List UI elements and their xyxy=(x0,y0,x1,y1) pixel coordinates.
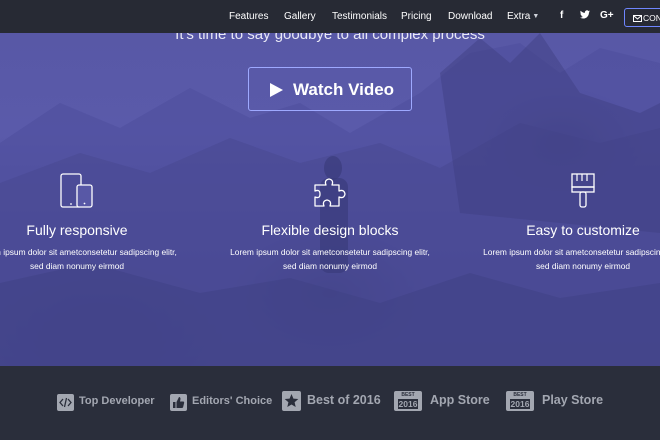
facebook-icon[interactable]: f xyxy=(560,10,563,21)
contact-button[interactable]: CONTACT xyxy=(624,8,660,27)
paint-brush-icon xyxy=(571,173,595,208)
devices-icon xyxy=(60,173,93,208)
feature-title: Easy to customize xyxy=(526,222,640,238)
nav-link-extra[interactable]: Extra ▼ xyxy=(507,11,539,22)
nav-link-pricing[interactable]: Pricing xyxy=(401,11,432,22)
nav-link-features[interactable]: Features xyxy=(229,11,268,22)
feature-description-line1: Lorem ipsum dolor sit ametconsetetur sad… xyxy=(0,247,177,257)
best-2016-badge-icon: BEST 2016 xyxy=(394,391,422,411)
puzzle-icon xyxy=(314,178,346,207)
watch-video-label: Watch Video xyxy=(293,80,395,99)
feature-description-line2: sed diam nonumy eirmod xyxy=(282,261,378,271)
twitter-icon[interactable] xyxy=(580,10,590,22)
best-2016-badge-icon: BEST 2016 xyxy=(506,391,534,411)
star-badge-icon xyxy=(282,391,301,411)
award-label: Play Store xyxy=(542,393,604,407)
nav-link-testimonials[interactable]: Testimonials xyxy=(332,11,387,22)
play-icon xyxy=(270,83,283,97)
feature-description-line2: sed diam nonumy eirmod xyxy=(535,261,631,271)
award-label: App Store xyxy=(430,393,490,407)
feature-description-line1: Lorem ipsum dolor sit ametconsetetur sad… xyxy=(483,247,660,257)
feature-easy-to-customize: Easy to customize Lorem ipsum dolor sit … xyxy=(453,173,660,273)
nav-link-gallery[interactable]: Gallery xyxy=(284,11,316,22)
feature-fully-responsive: Fully responsive Lorem ipsum dolor sit a… xyxy=(0,173,207,273)
contact-label: CONTACT xyxy=(643,13,660,23)
nav-link-download[interactable]: Download xyxy=(448,11,492,22)
feature-title: Flexible design blocks xyxy=(261,222,399,238)
feature-description-line2: sed diam nonumy eirmod xyxy=(29,261,125,271)
hero-section: It's time to say goodbye to all complex … xyxy=(0,33,660,366)
google-plus-icon[interactable]: G+ xyxy=(600,10,614,21)
envelope-icon xyxy=(633,15,642,22)
code-icon xyxy=(57,394,74,411)
feature-description-line1: Lorem ipsum dolor sit ametconsetetur sad… xyxy=(230,247,430,257)
awards-band: Top Developer Editors' Choice Best of 20… xyxy=(0,366,660,440)
feature-title: Fully responsive xyxy=(26,222,128,238)
top-navbar: Features Gallery Testimonials Pricing Do… xyxy=(0,0,660,33)
feature-flexible-design-blocks: Flexible design blocks Lorem ipsum dolor… xyxy=(200,173,460,273)
thumbs-up-icon xyxy=(170,394,187,411)
award-label: Top Developer xyxy=(79,395,155,407)
watch-video-button[interactable]: Watch Video xyxy=(248,67,412,111)
caret-down-icon: ▼ xyxy=(532,13,540,20)
award-label: Editors' Choice xyxy=(192,395,273,407)
nav-link-extra-label: Extra xyxy=(507,11,531,22)
hero-tagline: It's time to say goodbye to all complex … xyxy=(175,33,485,43)
award-label: Best of 2016 xyxy=(307,393,381,407)
